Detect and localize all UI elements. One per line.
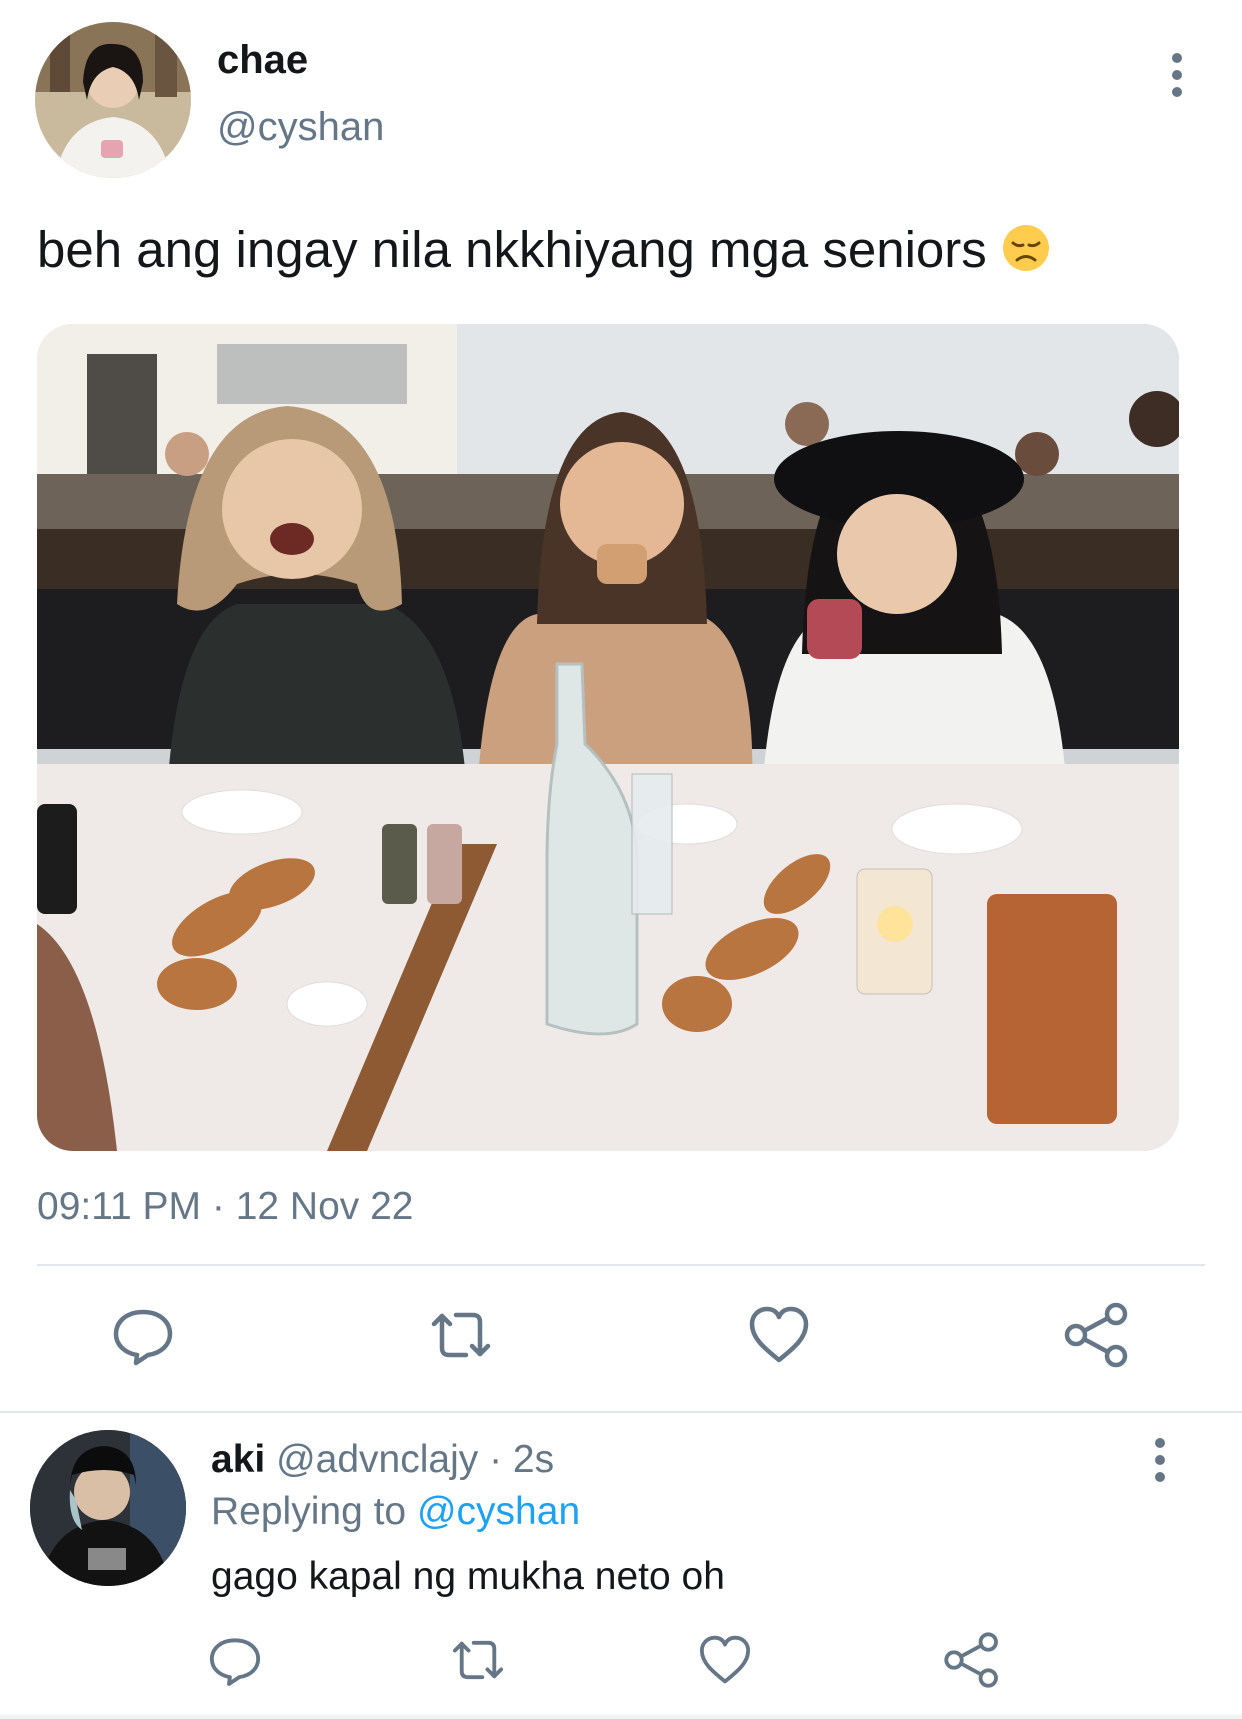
tweet-timestamp[interactable]: 09:11 PM · 12 Nov 22 — [37, 1185, 413, 1229]
reply-reply-icon[interactable] — [205, 1630, 265, 1690]
replying-to: Replying to @cyshan — [211, 1490, 580, 1534]
author-avatar[interactable] — [35, 22, 191, 178]
reply-author-avatar[interactable] — [30, 1430, 186, 1586]
share-icon[interactable] — [1062, 1300, 1132, 1370]
author-handle[interactable]: @cyshan — [217, 105, 384, 150]
author-display-name[interactable]: chae — [217, 38, 308, 83]
tweet-text-content: beh ang ingay nila nkkhiyang mga seniors — [37, 221, 987, 278]
reply-share-icon[interactable] — [942, 1630, 1002, 1690]
retweet-icon[interactable] — [426, 1300, 496, 1370]
tweet-photo[interactable] — [37, 324, 1179, 1151]
reply-icon[interactable] — [108, 1300, 178, 1370]
reply-time: · 2s — [489, 1438, 555, 1481]
disappointed-face-icon — [1001, 223, 1051, 273]
reply-handle[interactable]: @advnclajy — [276, 1438, 478, 1481]
reply-like-icon[interactable] — [695, 1630, 755, 1690]
reply-display-name[interactable]: aki — [211, 1438, 265, 1481]
reply-avatar-photo — [30, 1430, 186, 1586]
more-options-icon[interactable] — [1162, 50, 1192, 100]
avatar-photo — [35, 22, 191, 178]
reply-retweet-icon[interactable] — [448, 1630, 508, 1690]
reply-text: gago kapal ng mukha neto oh — [211, 1555, 725, 1598]
section-separator — [0, 1411, 1242, 1413]
reply-more-options-icon[interactable] — [1145, 1435, 1175, 1485]
divider — [37, 1264, 1205, 1266]
restaurant-photo — [37, 324, 1179, 1151]
tweet-text: beh ang ingay nila nkkhiyang mga seniors — [37, 218, 1051, 282]
reply-header: aki @advnclajy · 2s — [211, 1438, 554, 1482]
replying-to-label: Replying to — [211, 1490, 407, 1533]
replying-to-link[interactable]: @cyshan — [417, 1490, 580, 1533]
like-icon[interactable] — [744, 1300, 814, 1370]
bottom-edge — [0, 1715, 1242, 1719]
